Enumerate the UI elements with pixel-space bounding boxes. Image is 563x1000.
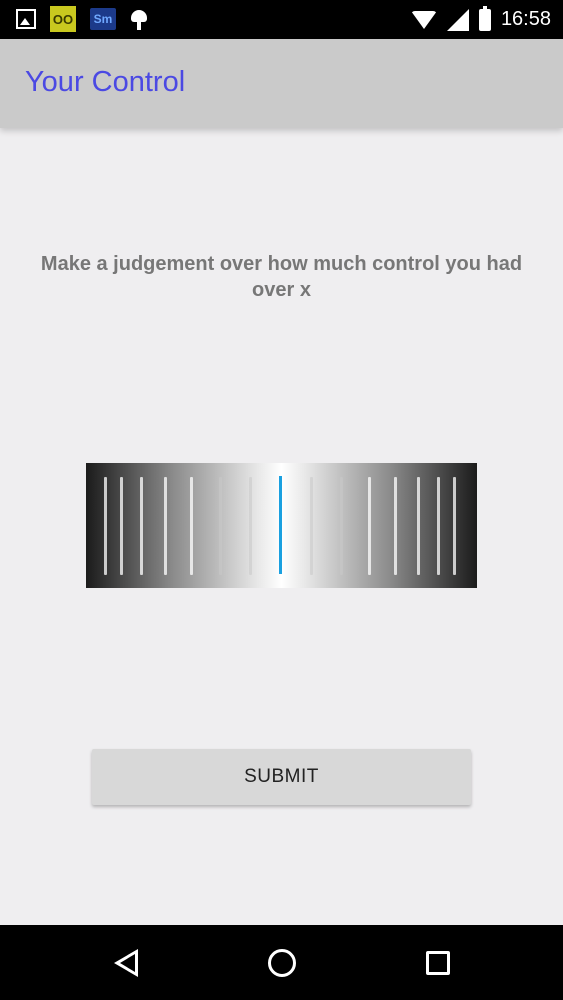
signal-icon [446, 8, 469, 31]
navigation-bar [0, 925, 563, 1000]
app-bar: Your Control [0, 39, 563, 128]
sm-app-icon: Sm [90, 8, 116, 30]
judgement-prompt: Make a judgement over how much control y… [40, 253, 523, 301]
wheel-tick [453, 477, 456, 575]
wheel-tick [120, 477, 123, 575]
wheel-tick [190, 477, 193, 575]
wheel-tick [310, 477, 313, 575]
android-icon [130, 8, 148, 30]
page-title: Your Control [25, 66, 186, 98]
slider-indicator[interactable] [279, 476, 282, 574]
oo-app-icon: OO [50, 6, 76, 32]
battery-icon [478, 5, 491, 31]
wheel-tick [104, 477, 107, 575]
wheel-tick [249, 477, 252, 575]
submit-button[interactable]: SUBMIT [92, 749, 471, 805]
recents-icon[interactable] [426, 951, 450, 975]
wheel-tick [437, 477, 440, 575]
control-wheel-slider[interactable] [86, 463, 477, 588]
wifi-icon [410, 10, 437, 29]
status-time: 16:58 [500, 8, 551, 30]
wheel-tick [340, 477, 343, 575]
wheel-tick [219, 477, 222, 575]
wheel-tick [417, 477, 420, 575]
image-icon [16, 9, 36, 29]
wheel-tick [140, 477, 143, 575]
wheel-tick [164, 477, 167, 575]
wheel-tick [368, 477, 371, 575]
wheel-tick [394, 477, 397, 575]
status-bar: OO Sm 16:58 [0, 0, 563, 39]
back-icon[interactable] [114, 949, 138, 977]
home-icon[interactable] [268, 949, 296, 977]
